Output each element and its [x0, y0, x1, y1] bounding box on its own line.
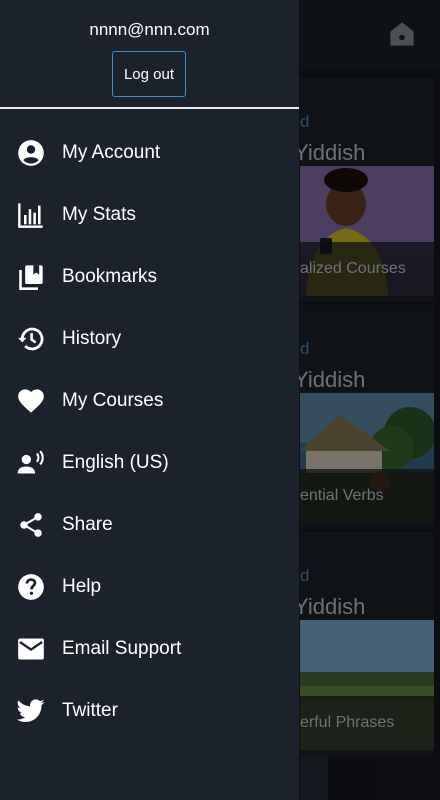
twitter-icon	[17, 697, 45, 725]
mail-icon	[17, 635, 45, 663]
menu-item-my-stats[interactable]: My Stats	[0, 184, 299, 246]
menu-item-email-support[interactable]: Email Support	[0, 618, 299, 680]
menu-item-label: Share	[62, 514, 113, 535]
menu-item-label: My Courses	[62, 390, 164, 411]
menu-item-label: English (US)	[62, 452, 169, 473]
menu-item-label: Bookmarks	[62, 266, 158, 287]
menu-item-twitter[interactable]: Twitter	[0, 680, 299, 742]
menu-item-label: Twitter	[62, 700, 118, 721]
menu-item-bookmarks[interactable]: Bookmarks	[0, 246, 299, 308]
menu-item-label: Email Support	[62, 638, 182, 659]
menu-item-help[interactable]: Help	[0, 556, 299, 618]
menu-item-my-account[interactable]: My Account	[0, 122, 299, 184]
heart-icon	[17, 387, 45, 415]
navigation-drawer: nnnn@nnn.com Log out My Account My Stats…	[0, 0, 299, 800]
menu-item-label: History	[62, 328, 122, 349]
menu-item-share[interactable]: Share	[0, 494, 299, 556]
menu-item-language[interactable]: English (US)	[0, 432, 299, 494]
divider	[0, 107, 299, 109]
user-email: nnnn@nnn.com	[89, 20, 210, 39]
menu-item-my-courses[interactable]: My Courses	[0, 370, 299, 432]
share-icon	[17, 511, 45, 539]
bookmarks-icon	[17, 263, 45, 291]
account-circle-icon	[17, 139, 45, 167]
bar-chart-icon	[17, 201, 45, 229]
history-icon	[17, 325, 45, 353]
menu-item-label: Help	[62, 576, 102, 597]
menu-item-history[interactable]: History	[0, 308, 299, 370]
drawer-menu: My Account My Stats Bookmarks History My…	[0, 122, 299, 742]
menu-item-label: My Stats	[62, 204, 136, 225]
help-circle-icon	[17, 573, 45, 601]
menu-item-label: My Account	[62, 142, 161, 163]
logout-button[interactable]: Log out	[112, 51, 186, 97]
drawer-header: nnnn@nnn.com Log out	[0, 0, 299, 108]
voice-language-icon	[17, 449, 45, 477]
